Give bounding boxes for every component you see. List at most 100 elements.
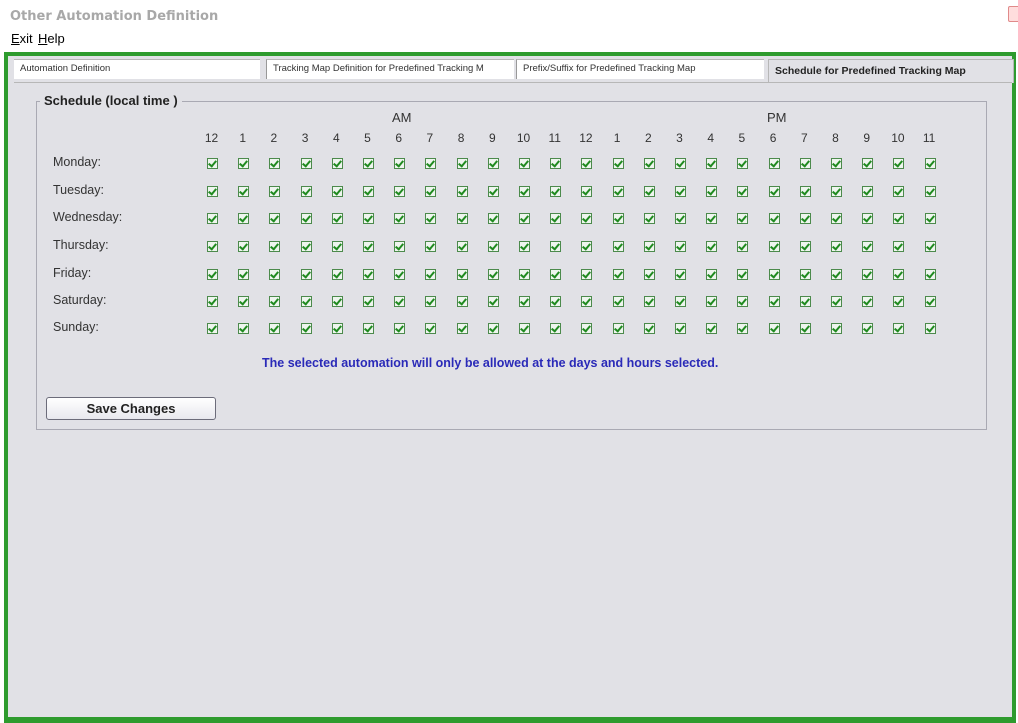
schedule-checkbox[interactable] bbox=[456, 323, 468, 334]
save-changes-button[interactable]: Save Changes bbox=[46, 397, 216, 420]
tab-tracking-map-definition[interactable]: Tracking Map Definition for Predefined T… bbox=[266, 59, 514, 79]
schedule-checkbox[interactable] bbox=[737, 241, 749, 252]
schedule-checkbox[interactable] bbox=[737, 323, 749, 334]
schedule-checkbox[interactable] bbox=[519, 269, 530, 280]
tab-schedule[interactable]: Schedule for Predefined Tracking Map bbox=[768, 59, 1014, 83]
schedule-checkbox[interactable] bbox=[862, 213, 874, 224]
schedule-checkbox[interactable] bbox=[207, 186, 218, 197]
schedule-checkbox[interactable] bbox=[581, 213, 593, 224]
schedule-checkbox[interactable] bbox=[331, 158, 343, 169]
schedule-checkbox[interactable] bbox=[269, 186, 281, 197]
schedule-checkbox[interactable] bbox=[831, 213, 842, 224]
schedule-checkbox[interactable] bbox=[893, 296, 905, 307]
schedule-checkbox[interactable] bbox=[519, 296, 530, 307]
schedule-checkbox[interactable] bbox=[363, 186, 374, 197]
schedule-checkbox[interactable] bbox=[207, 323, 218, 334]
schedule-checkbox[interactable] bbox=[425, 186, 437, 197]
schedule-checkbox[interactable] bbox=[612, 213, 624, 224]
schedule-checkbox[interactable] bbox=[331, 323, 343, 334]
schedule-checkbox[interactable] bbox=[456, 158, 468, 169]
schedule-checkbox[interactable] bbox=[394, 269, 406, 280]
schedule-checkbox[interactable] bbox=[269, 158, 281, 169]
menu-help[interactable]: Help bbox=[38, 31, 65, 46]
schedule-checkbox[interactable] bbox=[706, 186, 718, 197]
schedule-checkbox[interactable] bbox=[363, 213, 374, 224]
schedule-checkbox[interactable] bbox=[519, 323, 530, 334]
schedule-checkbox[interactable] bbox=[675, 158, 686, 169]
schedule-checkbox[interactable] bbox=[207, 213, 218, 224]
schedule-checkbox[interactable] bbox=[768, 186, 780, 197]
schedule-checkbox[interactable] bbox=[550, 296, 562, 307]
schedule-checkbox[interactable] bbox=[862, 241, 874, 252]
schedule-checkbox[interactable] bbox=[550, 186, 562, 197]
schedule-checkbox[interactable] bbox=[487, 269, 499, 280]
schedule-checkbox[interactable] bbox=[363, 269, 374, 280]
schedule-checkbox[interactable] bbox=[300, 213, 312, 224]
schedule-checkbox[interactable] bbox=[737, 269, 749, 280]
schedule-checkbox[interactable] bbox=[862, 269, 874, 280]
schedule-checkbox[interactable] bbox=[768, 241, 780, 252]
schedule-checkbox[interactable] bbox=[331, 296, 343, 307]
schedule-checkbox[interactable] bbox=[893, 241, 905, 252]
schedule-checkbox[interactable] bbox=[363, 241, 374, 252]
schedule-checkbox[interactable] bbox=[675, 323, 686, 334]
schedule-checkbox[interactable] bbox=[643, 323, 655, 334]
schedule-checkbox[interactable] bbox=[550, 241, 562, 252]
schedule-checkbox[interactable] bbox=[363, 158, 374, 169]
schedule-checkbox[interactable] bbox=[331, 269, 343, 280]
schedule-checkbox[interactable] bbox=[924, 323, 936, 334]
schedule-checkbox[interactable] bbox=[612, 158, 624, 169]
schedule-checkbox[interactable] bbox=[737, 296, 749, 307]
schedule-checkbox[interactable] bbox=[581, 269, 593, 280]
schedule-checkbox[interactable] bbox=[675, 186, 686, 197]
schedule-checkbox[interactable] bbox=[519, 213, 530, 224]
schedule-checkbox[interactable] bbox=[643, 186, 655, 197]
schedule-checkbox[interactable] bbox=[425, 323, 437, 334]
schedule-checkbox[interactable] bbox=[799, 296, 811, 307]
schedule-checkbox[interactable] bbox=[768, 269, 780, 280]
schedule-checkbox[interactable] bbox=[612, 296, 624, 307]
schedule-checkbox[interactable] bbox=[300, 323, 312, 334]
schedule-checkbox[interactable] bbox=[550, 323, 562, 334]
schedule-checkbox[interactable] bbox=[862, 186, 874, 197]
schedule-checkbox[interactable] bbox=[643, 269, 655, 280]
schedule-checkbox[interactable] bbox=[643, 158, 655, 169]
schedule-checkbox[interactable] bbox=[924, 269, 936, 280]
schedule-checkbox[interactable] bbox=[550, 269, 562, 280]
schedule-checkbox[interactable] bbox=[581, 241, 593, 252]
schedule-checkbox[interactable] bbox=[425, 296, 437, 307]
schedule-checkbox[interactable] bbox=[238, 241, 250, 252]
schedule-checkbox[interactable] bbox=[768, 296, 780, 307]
schedule-checkbox[interactable] bbox=[831, 323, 842, 334]
schedule-checkbox[interactable] bbox=[269, 241, 281, 252]
schedule-checkbox[interactable] bbox=[706, 158, 718, 169]
schedule-checkbox[interactable] bbox=[300, 158, 312, 169]
schedule-checkbox[interactable] bbox=[706, 296, 718, 307]
schedule-checkbox[interactable] bbox=[425, 158, 437, 169]
tab-automation-definition[interactable]: Automation Definition bbox=[14, 59, 260, 79]
schedule-checkbox[interactable] bbox=[893, 186, 905, 197]
schedule-checkbox[interactable] bbox=[612, 269, 624, 280]
schedule-checkbox[interactable] bbox=[612, 241, 624, 252]
schedule-checkbox[interactable] bbox=[300, 241, 312, 252]
schedule-checkbox[interactable] bbox=[487, 186, 499, 197]
close-icon[interactable] bbox=[1008, 6, 1018, 22]
schedule-checkbox[interactable] bbox=[893, 269, 905, 280]
schedule-checkbox[interactable] bbox=[799, 241, 811, 252]
schedule-checkbox[interactable] bbox=[269, 296, 281, 307]
schedule-checkbox[interactable] bbox=[394, 158, 406, 169]
schedule-checkbox[interactable] bbox=[238, 269, 250, 280]
schedule-checkbox[interactable] bbox=[862, 323, 874, 334]
schedule-checkbox[interactable] bbox=[706, 269, 718, 280]
schedule-checkbox[interactable] bbox=[550, 213, 562, 224]
schedule-checkbox[interactable] bbox=[612, 186, 624, 197]
schedule-checkbox[interactable] bbox=[737, 186, 749, 197]
schedule-checkbox[interactable] bbox=[643, 241, 655, 252]
schedule-checkbox[interactable] bbox=[768, 323, 780, 334]
schedule-checkbox[interactable] bbox=[519, 158, 530, 169]
schedule-checkbox[interactable] bbox=[394, 241, 406, 252]
schedule-checkbox[interactable] bbox=[456, 241, 468, 252]
schedule-checkbox[interactable] bbox=[425, 213, 437, 224]
schedule-checkbox[interactable] bbox=[331, 241, 343, 252]
schedule-checkbox[interactable] bbox=[456, 296, 468, 307]
